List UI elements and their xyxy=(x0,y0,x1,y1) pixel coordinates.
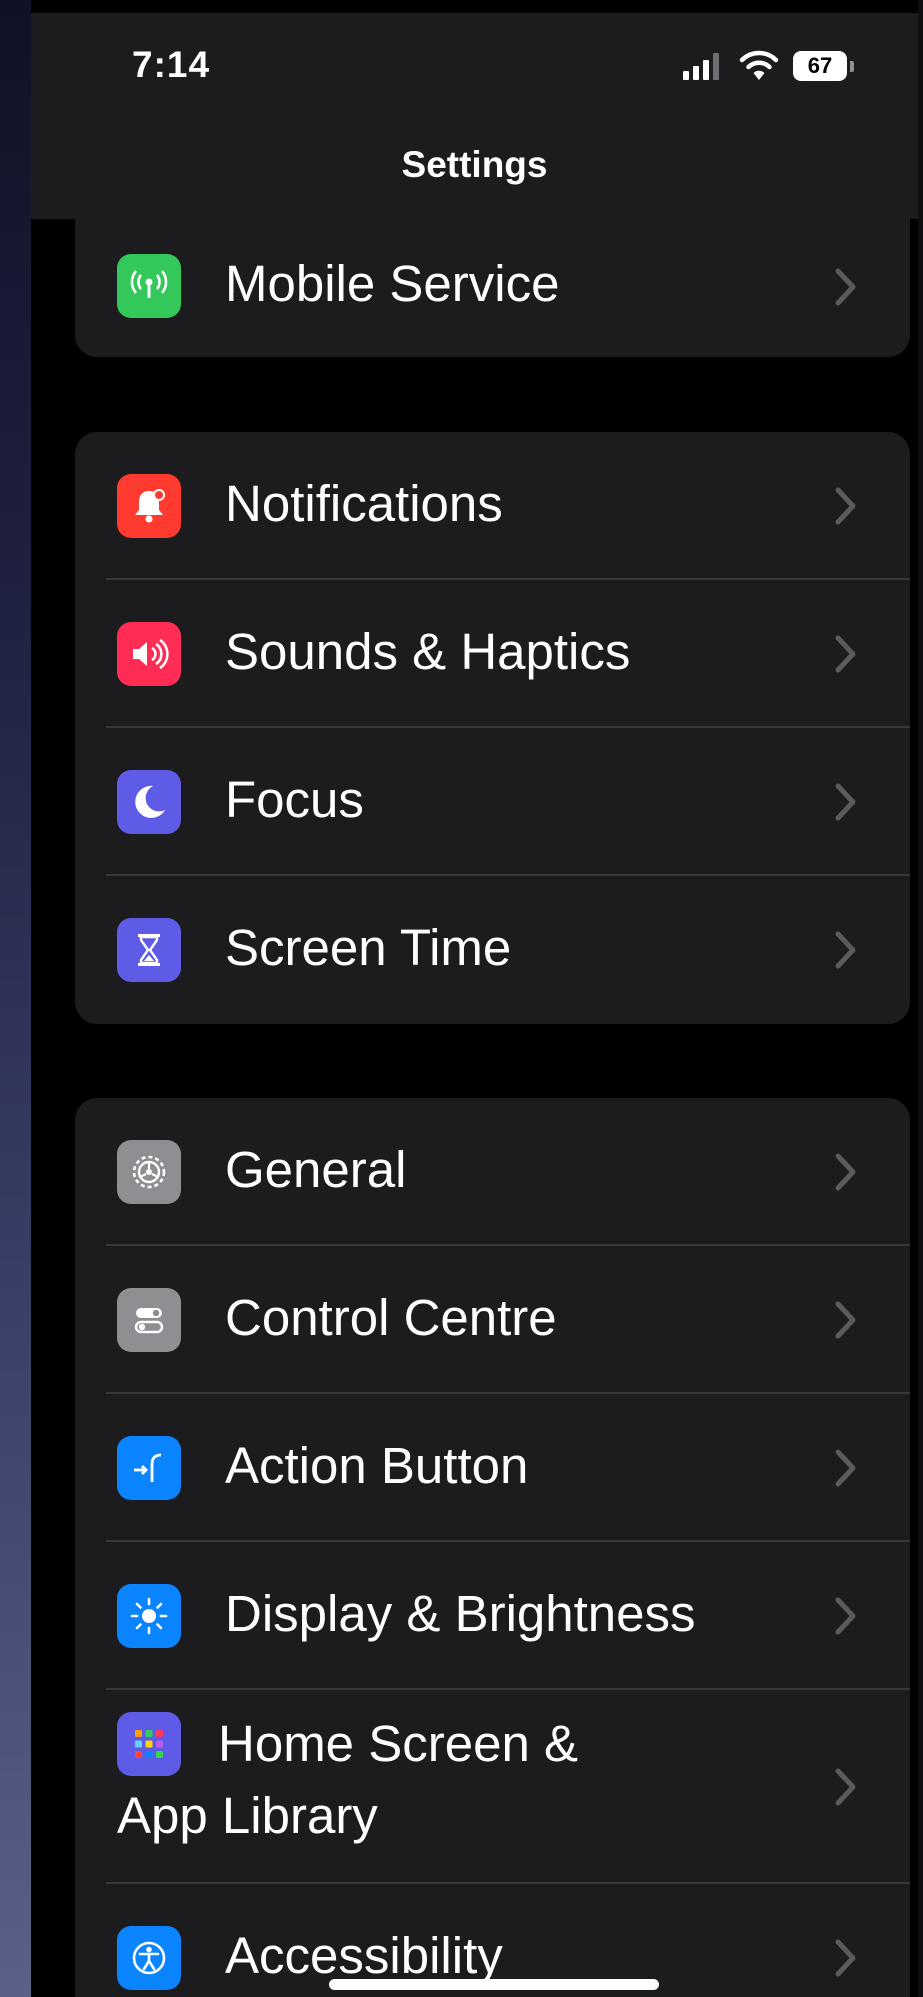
settings-row-mobile-service[interactable]: Mobile Service xyxy=(75,219,910,357)
chevron-right-icon xyxy=(834,1448,858,1488)
settings-row-home-screen[interactable]: Home Screen & App Library xyxy=(75,1690,910,1884)
page-title: Settings xyxy=(401,144,548,185)
chevron-right-icon xyxy=(834,486,858,526)
settings-screen: Mobile Service Notifications Sounds & Ha… xyxy=(0,0,923,1997)
chevron-right-icon xyxy=(834,930,858,970)
status-time: 7:14 xyxy=(132,44,211,85)
chevron-right-icon xyxy=(834,634,858,674)
wifi-icon xyxy=(739,50,779,80)
chevron-right-icon xyxy=(834,1938,858,1978)
battery-level: 67 xyxy=(793,51,847,81)
row-label: Screen Time xyxy=(225,919,512,976)
home-indicator[interactable] xyxy=(329,1979,659,1990)
row-label: Focus xyxy=(225,771,364,828)
speaker-icon xyxy=(117,622,181,686)
chevron-right-icon xyxy=(834,1300,858,1340)
chevron-right-icon xyxy=(834,267,858,307)
sun-icon xyxy=(117,1584,181,1648)
row-label: Home Screen & App Library xyxy=(117,1715,578,1844)
row-label: Sounds & Haptics xyxy=(225,623,631,680)
toggles-icon xyxy=(117,1288,181,1352)
chevron-right-icon xyxy=(834,782,858,822)
settings-group-connectivity: Mobile Service xyxy=(75,219,910,357)
chevron-right-icon xyxy=(834,1767,858,1807)
chevron-right-icon xyxy=(834,1596,858,1636)
settings-row-sounds-haptics[interactable]: Sounds & Haptics xyxy=(75,580,910,728)
row-label: Notifications xyxy=(225,475,503,532)
hourglass-icon xyxy=(117,918,181,982)
bell-icon xyxy=(117,474,181,538)
settings-row-general[interactable]: General xyxy=(75,1098,910,1246)
settings-row-control-centre[interactable]: Control Centre xyxy=(75,1246,910,1394)
status-icons: 67 xyxy=(683,48,854,84)
row-label: General xyxy=(225,1141,407,1198)
gear-icon xyxy=(117,1140,181,1204)
settings-group-general: General Control Centre Action Button Dis… xyxy=(75,1098,910,1997)
row-label: Display & Brightness xyxy=(225,1585,696,1642)
chevron-right-icon xyxy=(834,1152,858,1192)
settings-group-notifications: Notifications Sounds & Haptics Focus Scr… xyxy=(75,432,910,1024)
row-label: Action Button xyxy=(225,1437,529,1494)
background-edge-right xyxy=(918,0,923,1997)
settings-row-notifications[interactable]: Notifications xyxy=(75,432,910,580)
action-button-icon xyxy=(117,1436,181,1500)
background-edge xyxy=(0,0,31,1997)
settings-row-screen-time[interactable]: Screen Time xyxy=(75,876,910,1024)
row-label: Mobile Service xyxy=(225,255,560,312)
moon-icon xyxy=(117,770,181,834)
settings-row-action-button[interactable]: Action Button xyxy=(75,1394,910,1542)
cellular-signal-icon xyxy=(683,52,719,80)
battery-icon: 67 xyxy=(793,51,854,81)
antenna-icon xyxy=(117,254,181,318)
accessibility-icon xyxy=(117,1926,181,1990)
settings-row-display-brightness[interactable]: Display & Brightness xyxy=(75,1542,910,1690)
row-label: Accessibility xyxy=(225,1927,503,1984)
row-label: Control Centre xyxy=(225,1289,557,1346)
settings-row-focus[interactable]: Focus xyxy=(75,728,910,876)
